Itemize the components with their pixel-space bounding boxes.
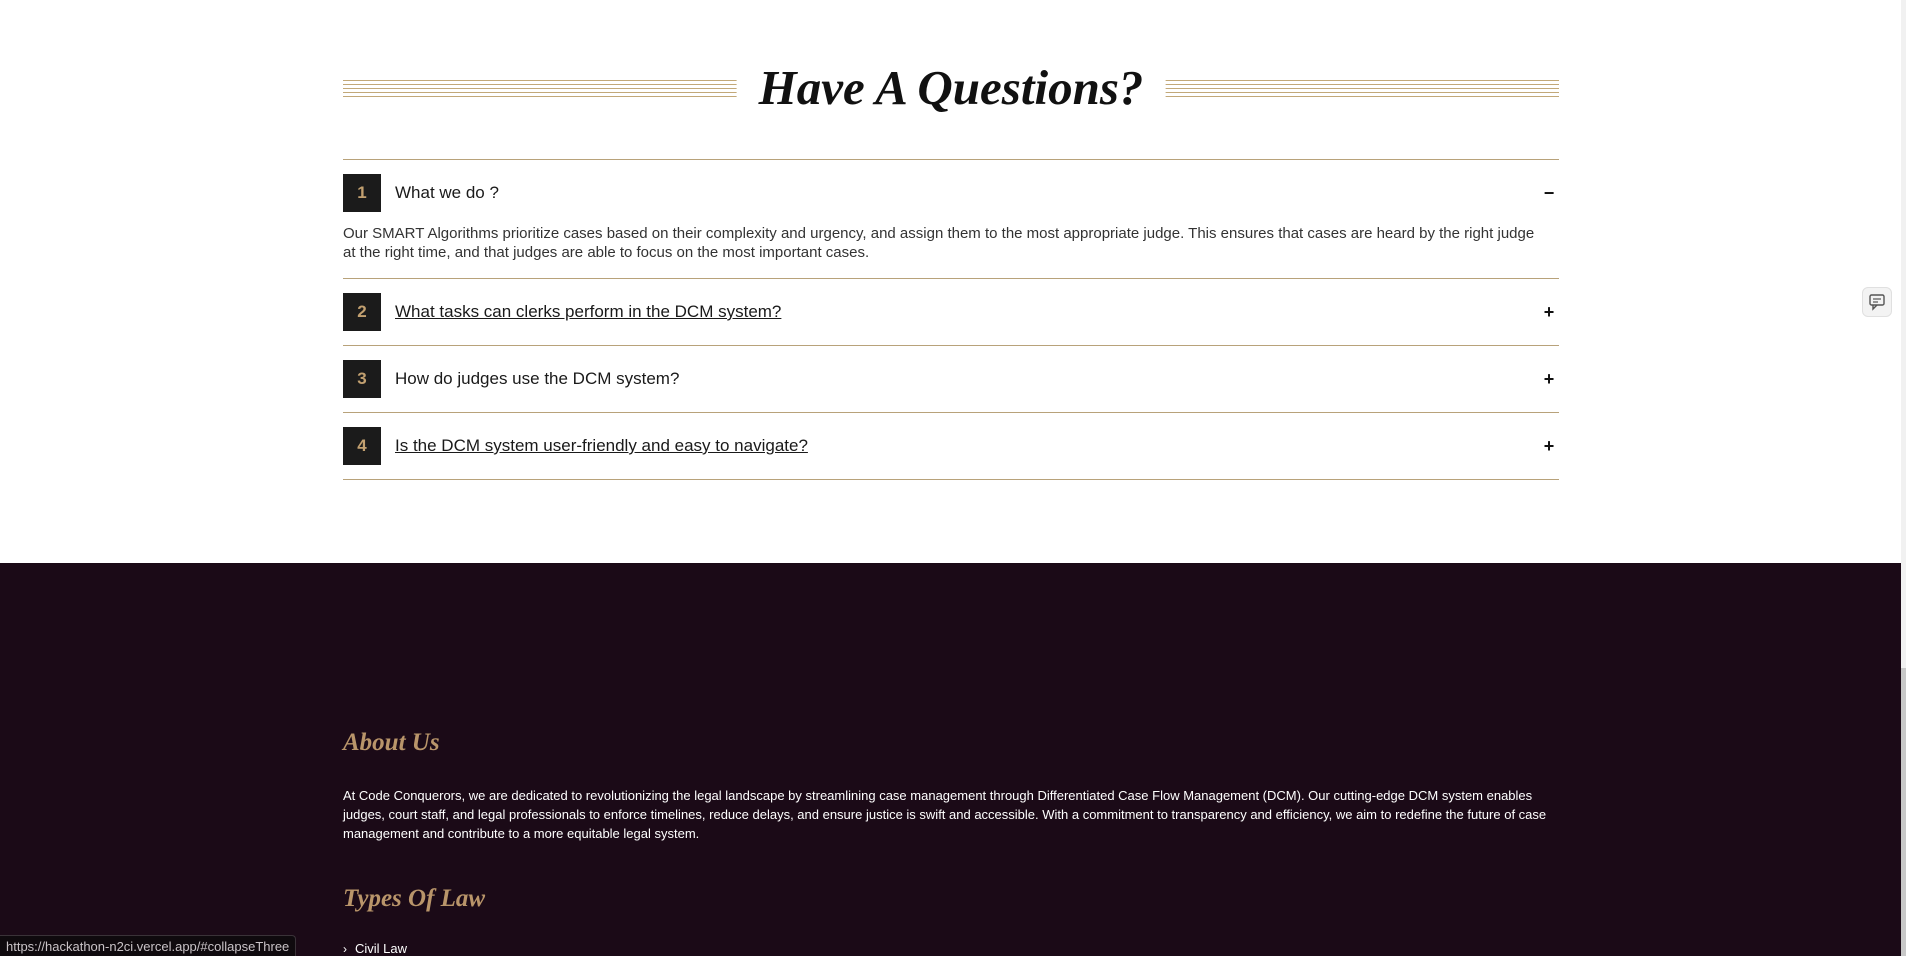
page: Have A Questions? 1 What we do ? − Our S… [0,0,1901,956]
faq-number: 4 [343,427,381,465]
faq-accordion: 1 What we do ? − Our SMART Algorithms pr… [343,159,1559,480]
faq-section: Have A Questions? 1 What we do ? − Our S… [343,0,1559,480]
faq-item: 4 Is the DCM system user-friendly and ea… [343,413,1559,480]
about-heading: About Us [343,729,440,756]
chevron-right-icon: › [343,941,347,956]
faq-answer: Our SMART Algorithms prioritize cases ba… [343,225,1535,261]
faq-question[interactable]: What tasks can clerks perform in the DCM… [395,302,1539,322]
plus-icon[interactable]: + [1539,436,1559,457]
faq-question[interactable]: What we do ? [395,183,1539,203]
faq-toggle-button-4[interactable]: 4 Is the DCM system user-friendly and ea… [343,413,1559,479]
about-text: At Code Conquerors, we are dedicated to … [343,788,1547,841]
law-link-civil[interactable]: › Civil Law [343,941,407,956]
chat-feedback-glyph [1869,294,1885,311]
faq-item: 1 What we do ? − Our SMART Algorithms pr… [343,160,1559,279]
chat-feedback-icon[interactable] [1862,287,1892,317]
faq-question[interactable]: How do judges use the DCM system? [395,369,1539,389]
faq-question[interactable]: Is the DCM system user-friendly and easy… [395,436,1539,456]
faq-title: Have A Questions? [736,58,1166,118]
status-bar-url: https://hackathon-n2ci.vercel.app/#colla… [0,935,297,956]
faq-number: 2 [343,293,381,331]
vertical-scrollbar[interactable] [1901,0,1906,956]
faq-item: 3 How do judges use the DCM system? + [343,346,1559,413]
plus-icon[interactable]: + [1539,302,1559,323]
faq-number: 1 [343,174,381,212]
law-link-label[interactable]: Civil Law [355,941,407,956]
plus-icon[interactable]: + [1539,369,1559,390]
minus-icon[interactable]: − [1539,183,1559,204]
faq-number: 3 [343,360,381,398]
faq-toggle-button-3[interactable]: 3 How do judges use the DCM system? + [343,346,1559,412]
faq-title-wrap: Have A Questions? [343,0,1559,118]
faq-toggle-button-1[interactable]: 1 What we do ? − [343,160,1559,226]
site-footer: About Us At Code Conquerors, we are dedi… [0,563,1901,956]
faq-item: 2 What tasks can clerks perform in the D… [343,279,1559,346]
types-of-law-heading: Types Of Law [343,885,486,912]
faq-toggle-button-2[interactable]: 2 What tasks can clerks perform in the D… [343,279,1559,345]
scrollbar-thumb[interactable] [1901,668,1906,956]
